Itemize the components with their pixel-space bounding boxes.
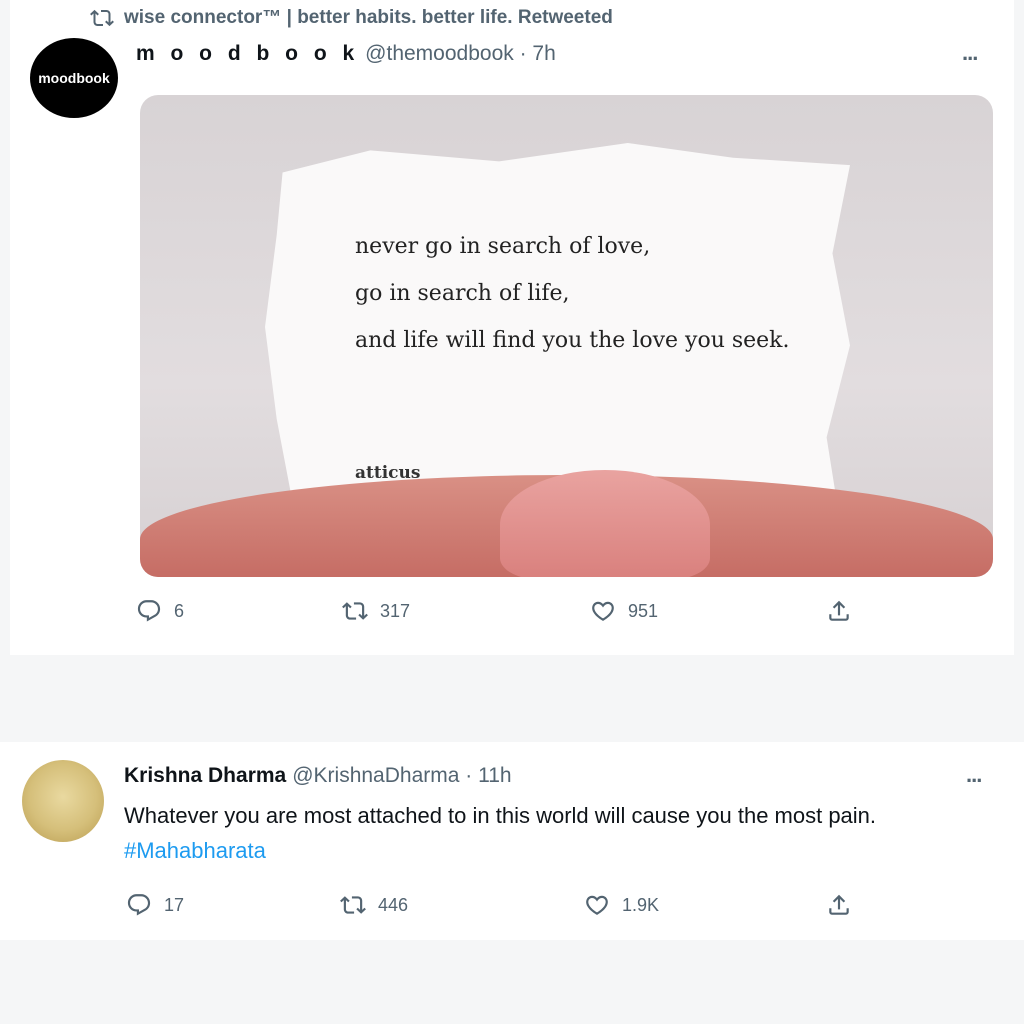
reply-count: 6 (174, 600, 185, 621)
reply-icon (137, 600, 161, 622)
retweet-count: 446 (378, 894, 409, 915)
retweet-count: 317 (380, 600, 411, 621)
like-button[interactable]: 951 (590, 598, 658, 624)
image-quote: never go in search of love, go in search… (355, 223, 790, 364)
hashtag-link[interactable]: #Mahabharata (124, 838, 266, 863)
author-name[interactable]: m o o d b o o k (136, 42, 359, 66)
quote-line: and life will find you the love you seek… (355, 328, 790, 353)
retweet-icon (342, 602, 368, 620)
like-count: 951 (628, 600, 659, 621)
avatar[interactable]: moodbook (30, 38, 118, 118)
retweet-label: wise connector™ | better habits. better … (124, 7, 613, 28)
share-button[interactable] (826, 892, 852, 918)
share-icon (829, 894, 849, 915)
retweet-icon (340, 896, 366, 914)
author-handle-time[interactable]: @KrishnaDharma · 11h (292, 764, 511, 788)
author-name[interactable]: Krishna Dharma (124, 764, 286, 788)
retweet-button[interactable]: 446 (340, 892, 408, 918)
reply-button[interactable]: 6 (136, 598, 184, 624)
retweet-context[interactable]: wise connector™ | better habits. better … (90, 6, 613, 30)
like-button[interactable]: 1.9K (584, 892, 659, 918)
like-count: 1.9K (622, 894, 660, 915)
quote-line: never go in search of love, (355, 234, 651, 259)
tweet-text: Whatever you are most attached to in thi… (124, 798, 984, 868)
avatar[interactable] (22, 760, 104, 842)
retweet-button[interactable]: 317 (342, 598, 410, 624)
reply-count: 17 (164, 894, 185, 915)
more-icon[interactable]: ... (966, 762, 982, 788)
retweet-icon (90, 9, 114, 27)
like-icon (586, 895, 608, 915)
author-handle-time[interactable]: @themoodbook · 7h (365, 42, 556, 66)
feed-gap (0, 655, 1024, 742)
reply-button[interactable]: 17 (126, 892, 184, 918)
share-button[interactable] (826, 598, 852, 624)
share-icon (829, 600, 849, 621)
quote-line: go in search of life, (355, 281, 570, 306)
reply-icon (127, 894, 151, 916)
feed-bottom (0, 940, 1024, 1024)
more-icon[interactable]: ... (962, 40, 978, 66)
tweet-image[interactable]: never go in search of love, go in search… (140, 95, 993, 577)
fingernail-shape (500, 470, 710, 577)
tweet-body: Whatever you are most attached to in thi… (124, 803, 877, 828)
avatar-logo-text: moodbook (38, 70, 110, 86)
like-icon (592, 601, 614, 621)
